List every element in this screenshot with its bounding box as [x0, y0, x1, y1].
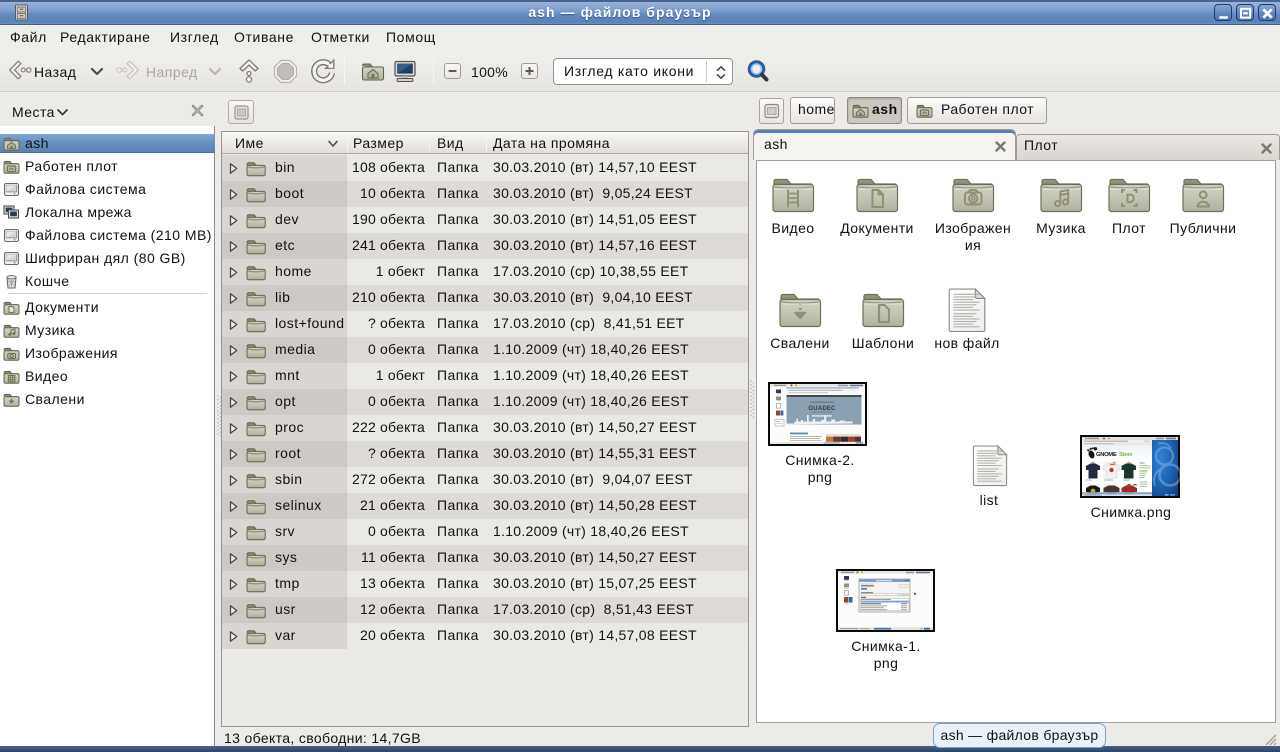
svg-text:GNOME: GNOME — [1096, 452, 1117, 458]
svg-text:Store: Store — [1119, 452, 1133, 458]
svg-text:GUADEC: GUADEC — [808, 406, 836, 412]
